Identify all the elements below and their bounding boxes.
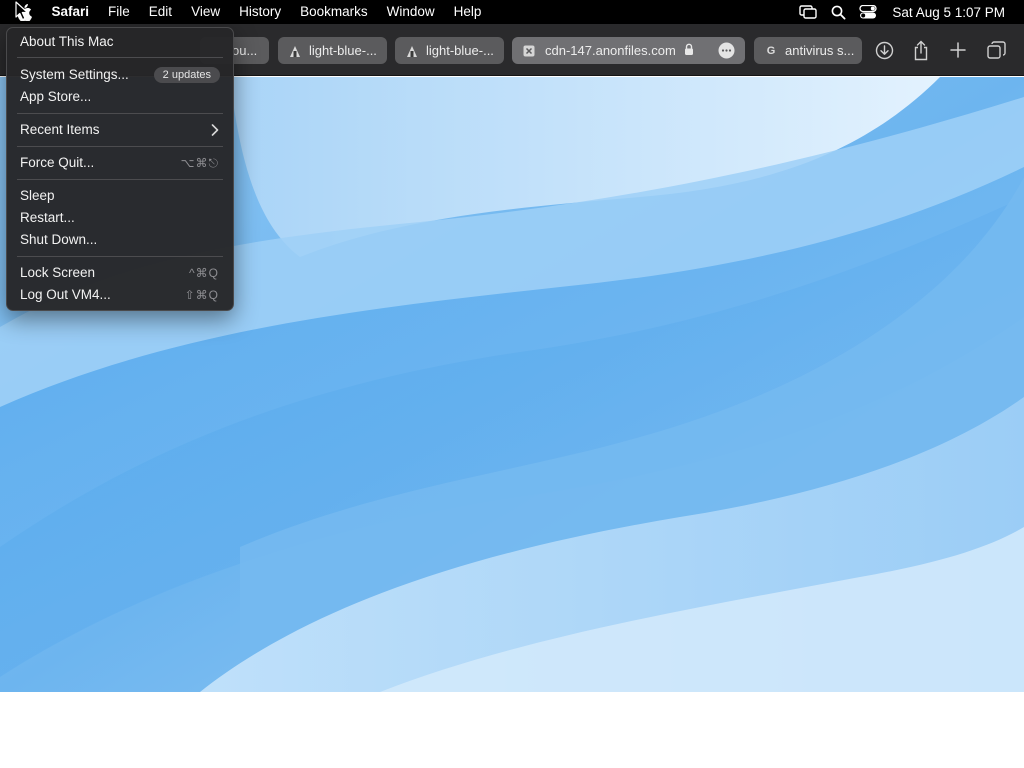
- menu-item-sleep[interactable]: Sleep: [7, 185, 233, 207]
- menu-bar-clock[interactable]: Sat Aug 5 1:07 PM: [892, 5, 1005, 20]
- menu-view[interactable]: View: [182, 0, 230, 24]
- chevron-right-icon: [211, 119, 219, 141]
- lock-screen-shortcut: ^⌘Q: [189, 266, 219, 280]
- menu-item-lock-screen[interactable]: Lock Screen ^⌘Q: [7, 262, 233, 284]
- tab-label: light-blue-...: [426, 43, 494, 58]
- menu-item-app-store[interactable]: App Store...: [7, 86, 233, 108]
- menu-item-label: About This Mac: [20, 34, 114, 49]
- menu-separator: [17, 113, 223, 114]
- menu-separator: [17, 146, 223, 147]
- lock-icon: [684, 43, 694, 59]
- menu-item-label: App Store...: [20, 89, 92, 104]
- tab-label: cdn-147.anonfiles.com: [545, 43, 676, 58]
- apple-menu: About This Mac System Settings... 2 upda…: [6, 27, 234, 311]
- log-out-shortcut: ⇧⌘Q: [184, 288, 219, 302]
- menu-file[interactable]: File: [99, 0, 140, 24]
- mouse-pointer-icon: [15, 1, 29, 26]
- google-g-icon: G: [766, 44, 776, 57]
- tab-2[interactable]: light-blue-...: [278, 37, 387, 64]
- menu-window[interactable]: Window: [377, 0, 444, 24]
- close-tab-icon[interactable]: [521, 43, 537, 59]
- tab-active[interactable]: cdn-147.anonfiles.com: [512, 37, 745, 64]
- macos-icon: [287, 43, 303, 59]
- menu-bar: Safari File Edit View History Bookmarks …: [0, 0, 1024, 24]
- menu-item-label: Lock Screen: [20, 265, 96, 280]
- blank-area: [0, 692, 1024, 768]
- menu-separator: [17, 179, 223, 180]
- macos-icon: [404, 43, 420, 59]
- menu-separator: [17, 57, 223, 58]
- menu-edit[interactable]: Edit: [139, 0, 181, 24]
- menu-item-recent-items[interactable]: Recent Items: [7, 119, 233, 141]
- tab-label: light-blue-...: [309, 43, 377, 58]
- menu-item-label: Force Quit...: [20, 155, 95, 170]
- download-icon[interactable]: [872, 38, 896, 62]
- status-area: Sat Aug 5 1:07 PM: [793, 0, 1005, 24]
- tab-overview-icon[interactable]: [984, 38, 1008, 62]
- force-quit-shortcut: ⌥⌘⎋: [180, 156, 219, 170]
- menu-item-label: Recent Items: [20, 122, 100, 137]
- menu-history[interactable]: History: [230, 0, 291, 24]
- menu-help[interactable]: Help: [444, 0, 491, 24]
- menu-item-log-out[interactable]: Log Out VM4... ⇧⌘Q: [7, 284, 233, 306]
- screen-mirroring-icon[interactable]: [793, 0, 823, 24]
- menu-item-label: System Settings...: [20, 67, 129, 82]
- tab-5[interactable]: G antivirus s...: [754, 37, 862, 64]
- new-tab-icon[interactable]: [946, 38, 970, 62]
- menu-app-name[interactable]: Safari: [42, 0, 99, 24]
- menu-bookmarks[interactable]: Bookmarks: [291, 0, 378, 24]
- menu-item-label: Log Out VM4...: [20, 287, 111, 302]
- share-icon[interactable]: [909, 38, 933, 62]
- spotlight-search-icon[interactable]: [823, 0, 853, 24]
- menu-item-system-settings[interactable]: System Settings... 2 updates: [7, 64, 233, 86]
- menu-item-label: Restart...: [20, 210, 75, 225]
- more-options-icon[interactable]: [718, 42, 735, 62]
- control-center-icon[interactable]: [853, 0, 883, 24]
- menu-item-label: Shut Down...: [20, 232, 98, 247]
- menu-item-label: Sleep: [20, 188, 55, 203]
- menu-item-force-quit[interactable]: Force Quit... ⌥⌘⎋: [7, 152, 233, 174]
- updates-badge: 2 updates: [153, 67, 220, 83]
- menu-item-shut-down[interactable]: Shut Down...: [7, 229, 233, 251]
- menu-item-restart[interactable]: Restart...: [7, 207, 233, 229]
- menu-item-about[interactable]: About This Mac: [7, 31, 233, 53]
- menu-separator: [17, 256, 223, 257]
- tab-label: antivirus s...: [785, 43, 855, 58]
- tab-3[interactable]: light-blue-...: [395, 37, 504, 64]
